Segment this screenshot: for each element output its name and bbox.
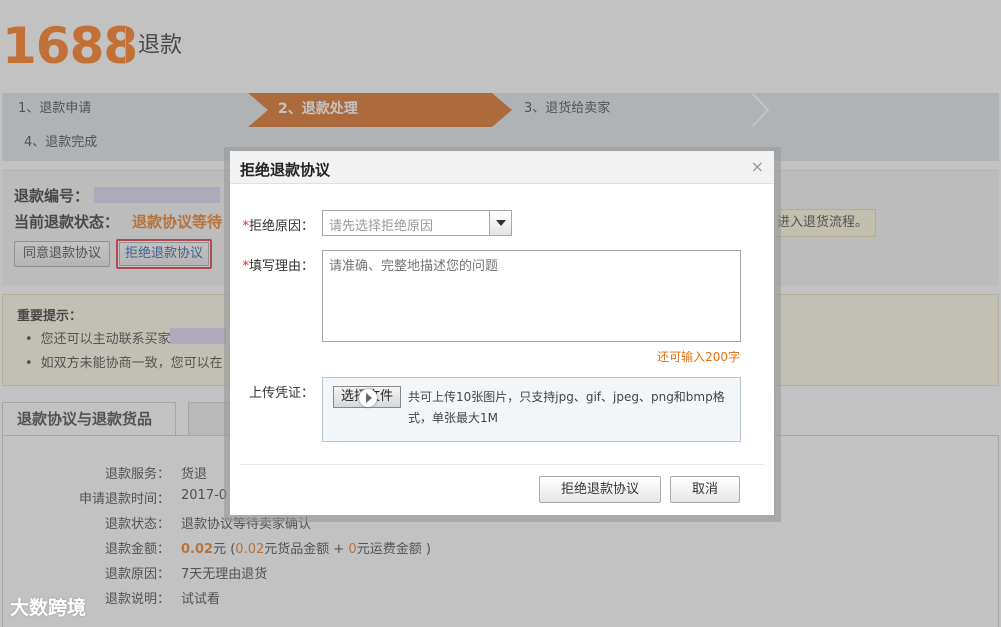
dialog-title: 拒绝退款协议 [240,161,331,179]
fill-reason-label-text: 填写理由： [248,259,314,274]
play-icon [359,389,377,407]
reason-textarea[interactable] [322,250,741,342]
upload-label: 上传凭证： [248,386,314,401]
reject-reason-label: *拒绝原因： [238,215,314,234]
close-icon[interactable]: × [751,157,764,176]
watermark: 大数跨境 [10,597,87,619]
remaining-chars: 还可输入200字 [657,350,740,364]
reject-reason-label-text: 拒绝原因： [248,219,314,234]
chevron-down-icon[interactable] [489,211,511,235]
dialog-divider [240,464,764,465]
reject-reason-select[interactable]: 请先选择拒绝原因 [322,210,512,236]
choose-file-button[interactable]: 选择文件 [333,386,401,408]
upload-hint: 共可上传10张图片，只支持jpg、gif、jpeg、png和bmp格式，单张最大… [408,390,725,425]
reject-agreement-dialog: 拒绝退款协议 × *拒绝原因： 请先选择拒绝原因 *填写理由： 还可输入200字… [230,151,774,515]
upload-box: 选择文件 共可上传10张图片，只支持jpg、gif、jpeg、png和bmp格式… [322,377,741,442]
reject-reason-placeholder: 请先选择拒绝原因 [329,219,434,234]
dialog-header: 拒绝退款协议 × [230,151,774,184]
cancel-button[interactable]: 取消 [670,476,740,503]
fill-reason-label: *填写理由： [238,255,314,274]
confirm-reject-button[interactable]: 拒绝退款协议 [539,476,661,503]
